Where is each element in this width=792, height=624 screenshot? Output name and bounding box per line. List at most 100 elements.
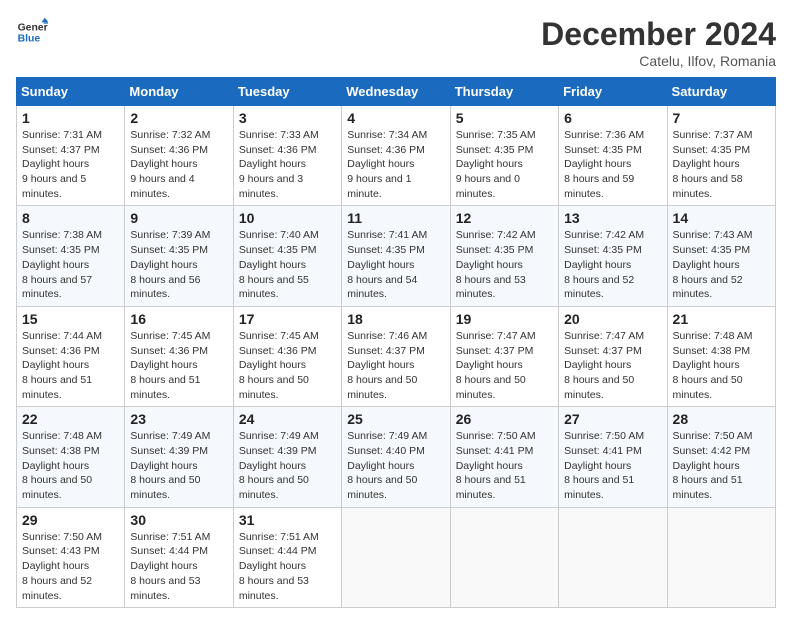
day-number: 15 [22,311,119,327]
day-cell: 31 Sunrise: 7:51 AM Sunset: 4:44 PM Dayl… [233,507,341,607]
week-row-2: 8 Sunrise: 7:38 AM Sunset: 4:35 PM Dayli… [17,206,776,306]
day-info: Sunrise: 7:32 AM Sunset: 4:36 PM Dayligh… [130,128,227,201]
weekday-header-saturday: Saturday [667,78,775,106]
day-info: Sunrise: 7:48 AM Sunset: 4:38 PM Dayligh… [673,329,770,402]
day-cell: 14 Sunrise: 7:43 AM Sunset: 4:35 PM Dayl… [667,206,775,306]
logo-icon: General Blue [16,16,48,48]
day-number: 16 [130,311,227,327]
day-cell: 22 Sunrise: 7:48 AM Sunset: 4:38 PM Dayl… [17,407,125,507]
day-number: 22 [22,411,119,427]
day-info: Sunrise: 7:35 AM Sunset: 4:35 PM Dayligh… [456,128,553,201]
week-row-1: 1 Sunrise: 7:31 AM Sunset: 4:37 PM Dayli… [17,106,776,206]
day-info: Sunrise: 7:49 AM Sunset: 4:40 PM Dayligh… [347,429,444,502]
weekday-header-row: SundayMondayTuesdayWednesdayThursdayFrid… [17,78,776,106]
day-cell: 10 Sunrise: 7:40 AM Sunset: 4:35 PM Dayl… [233,206,341,306]
day-info: Sunrise: 7:51 AM Sunset: 4:44 PM Dayligh… [130,530,227,603]
day-cell: 2 Sunrise: 7:32 AM Sunset: 4:36 PM Dayli… [125,106,233,206]
day-number: 29 [22,512,119,528]
day-cell [559,507,667,607]
day-info: Sunrise: 7:31 AM Sunset: 4:37 PM Dayligh… [22,128,119,201]
day-info: Sunrise: 7:45 AM Sunset: 4:36 PM Dayligh… [239,329,336,402]
day-number: 20 [564,311,661,327]
location: Catelu, Ilfov, Romania [541,53,776,69]
svg-text:General: General [18,22,48,33]
month-title: December 2024 [541,16,776,53]
day-info: Sunrise: 7:47 AM Sunset: 4:37 PM Dayligh… [564,329,661,402]
day-number: 30 [130,512,227,528]
logo: General Blue [16,16,48,48]
day-info: Sunrise: 7:45 AM Sunset: 4:36 PM Dayligh… [130,329,227,402]
svg-text:Blue: Blue [18,34,41,45]
day-number: 24 [239,411,336,427]
day-cell: 5 Sunrise: 7:35 AM Sunset: 4:35 PM Dayli… [450,106,558,206]
weekday-header-wednesday: Wednesday [342,78,450,106]
day-info: Sunrise: 7:48 AM Sunset: 4:38 PM Dayligh… [22,429,119,502]
day-info: Sunrise: 7:44 AM Sunset: 4:36 PM Dayligh… [22,329,119,402]
day-cell: 23 Sunrise: 7:49 AM Sunset: 4:39 PM Dayl… [125,407,233,507]
day-number: 4 [347,110,444,126]
day-cell: 3 Sunrise: 7:33 AM Sunset: 4:36 PM Dayli… [233,106,341,206]
day-number: 8 [22,210,119,226]
day-cell: 9 Sunrise: 7:39 AM Sunset: 4:35 PM Dayli… [125,206,233,306]
day-cell [667,507,775,607]
day-info: Sunrise: 7:39 AM Sunset: 4:35 PM Dayligh… [130,228,227,301]
day-info: Sunrise: 7:47 AM Sunset: 4:37 PM Dayligh… [456,329,553,402]
day-number: 11 [347,210,444,226]
day-info: Sunrise: 7:50 AM Sunset: 4:41 PM Dayligh… [564,429,661,502]
day-info: Sunrise: 7:49 AM Sunset: 4:39 PM Dayligh… [130,429,227,502]
day-cell: 1 Sunrise: 7:31 AM Sunset: 4:37 PM Dayli… [17,106,125,206]
day-info: Sunrise: 7:49 AM Sunset: 4:39 PM Dayligh… [239,429,336,502]
day-cell: 16 Sunrise: 7:45 AM Sunset: 4:36 PM Dayl… [125,306,233,406]
day-cell: 7 Sunrise: 7:37 AM Sunset: 4:35 PM Dayli… [667,106,775,206]
day-number: 6 [564,110,661,126]
day-info: Sunrise: 7:50 AM Sunset: 4:43 PM Dayligh… [22,530,119,603]
day-number: 3 [239,110,336,126]
day-number: 31 [239,512,336,528]
day-info: Sunrise: 7:46 AM Sunset: 4:37 PM Dayligh… [347,329,444,402]
week-row-5: 29 Sunrise: 7:50 AM Sunset: 4:43 PM Dayl… [17,507,776,607]
day-number: 12 [456,210,553,226]
day-number: 14 [673,210,770,226]
day-info: Sunrise: 7:34 AM Sunset: 4:36 PM Dayligh… [347,128,444,201]
week-row-3: 15 Sunrise: 7:44 AM Sunset: 4:36 PM Dayl… [17,306,776,406]
day-number: 5 [456,110,553,126]
day-cell [450,507,558,607]
day-cell: 29 Sunrise: 7:50 AM Sunset: 4:43 PM Dayl… [17,507,125,607]
day-number: 23 [130,411,227,427]
day-info: Sunrise: 7:50 AM Sunset: 4:41 PM Dayligh… [456,429,553,502]
day-cell: 28 Sunrise: 7:50 AM Sunset: 4:42 PM Dayl… [667,407,775,507]
weekday-header-thursday: Thursday [450,78,558,106]
day-cell: 25 Sunrise: 7:49 AM Sunset: 4:40 PM Dayl… [342,407,450,507]
day-cell [342,507,450,607]
day-number: 17 [239,311,336,327]
week-row-4: 22 Sunrise: 7:48 AM Sunset: 4:38 PM Dayl… [17,407,776,507]
day-cell: 11 Sunrise: 7:41 AM Sunset: 4:35 PM Dayl… [342,206,450,306]
day-number: 19 [456,311,553,327]
day-cell: 26 Sunrise: 7:50 AM Sunset: 4:41 PM Dayl… [450,407,558,507]
day-number: 9 [130,210,227,226]
day-cell: 15 Sunrise: 7:44 AM Sunset: 4:36 PM Dayl… [17,306,125,406]
day-info: Sunrise: 7:41 AM Sunset: 4:35 PM Dayligh… [347,228,444,301]
page-header: General Blue December 2024 Catelu, Ilfov… [16,16,776,69]
day-info: Sunrise: 7:38 AM Sunset: 4:35 PM Dayligh… [22,228,119,301]
day-number: 18 [347,311,444,327]
day-cell: 17 Sunrise: 7:45 AM Sunset: 4:36 PM Dayl… [233,306,341,406]
day-number: 7 [673,110,770,126]
day-number: 2 [130,110,227,126]
day-cell: 6 Sunrise: 7:36 AM Sunset: 4:35 PM Dayli… [559,106,667,206]
day-info: Sunrise: 7:43 AM Sunset: 4:35 PM Dayligh… [673,228,770,301]
day-number: 28 [673,411,770,427]
day-cell: 19 Sunrise: 7:47 AM Sunset: 4:37 PM Dayl… [450,306,558,406]
title-area: December 2024 Catelu, Ilfov, Romania [541,16,776,69]
day-number: 27 [564,411,661,427]
day-number: 26 [456,411,553,427]
day-cell: 12 Sunrise: 7:42 AM Sunset: 4:35 PM Dayl… [450,206,558,306]
day-info: Sunrise: 7:40 AM Sunset: 4:35 PM Dayligh… [239,228,336,301]
weekday-header-friday: Friday [559,78,667,106]
day-cell: 24 Sunrise: 7:49 AM Sunset: 4:39 PM Dayl… [233,407,341,507]
calendar-table: SundayMondayTuesdayWednesdayThursdayFrid… [16,77,776,608]
day-number: 25 [347,411,444,427]
day-info: Sunrise: 7:37 AM Sunset: 4:35 PM Dayligh… [673,128,770,201]
day-info: Sunrise: 7:51 AM Sunset: 4:44 PM Dayligh… [239,530,336,603]
day-cell: 21 Sunrise: 7:48 AM Sunset: 4:38 PM Dayl… [667,306,775,406]
